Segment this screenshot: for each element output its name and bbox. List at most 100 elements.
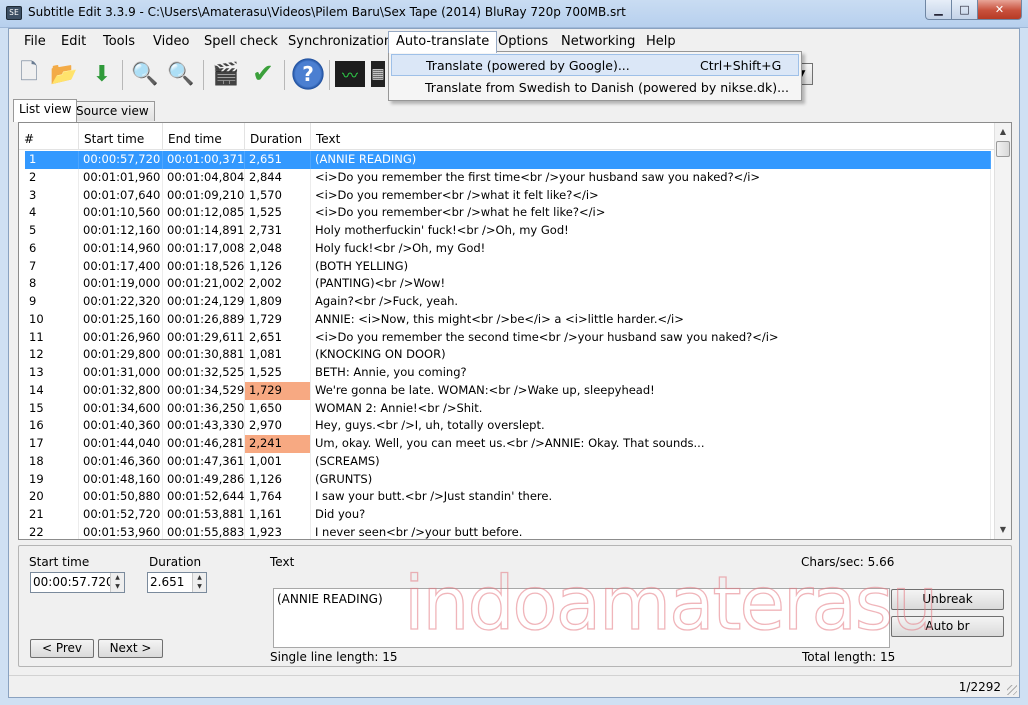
menu-video[interactable]: Video xyxy=(146,32,196,51)
menu-synchronization[interactable]: Synchronization xyxy=(281,32,399,51)
tab-list-view[interactable]: List view xyxy=(13,99,78,122)
menu-edit[interactable]: Edit xyxy=(54,32,93,51)
cell-number: 19 xyxy=(25,470,79,489)
scroll-down-icon[interactable]: ▼ xyxy=(995,521,1011,538)
cell-start-time: 00:01:12,160 xyxy=(79,222,163,240)
spin-down-icon[interactable]: ▼ xyxy=(111,582,124,591)
table-row[interactable]: 6 00:01:14,960 00:01:17,008 2,048 Holy fuck!… xyxy=(25,239,991,258)
menu-options[interactable]: Options xyxy=(491,32,555,51)
new-file-icon[interactable]: 🗋 xyxy=(13,58,45,90)
close-button[interactable]: ✕ xyxy=(978,0,1022,20)
column-header-number[interactable]: # xyxy=(19,123,79,150)
tab-source-view[interactable]: Source view xyxy=(70,101,155,121)
cell-duration: 2,970 xyxy=(245,417,311,435)
menu-help[interactable]: Help xyxy=(639,32,683,51)
subtitle-grid[interactable]: # Start time End time Duration Text 1 00:… xyxy=(18,122,1012,540)
table-row[interactable]: 13 00:01:31,000 00:01:32,525 1,525 BETH: Ann… xyxy=(25,364,991,382)
cell-duration: 1,525 xyxy=(245,364,311,382)
scroll-up-icon[interactable]: ▲ xyxy=(995,123,1011,140)
cell-text: (GRUNTS) xyxy=(311,470,991,489)
minimize-button[interactable]: ▁ xyxy=(925,0,952,20)
column-header-start-time[interactable]: Start time xyxy=(79,123,163,150)
table-row[interactable]: 2 00:01:01,960 00:01:04,804 2,844 <i>Do you … xyxy=(25,168,991,187)
unbreak-button[interactable]: Unbreak xyxy=(891,589,1004,610)
cell-number: 5 xyxy=(25,222,79,240)
replace-icon[interactable]: 🔍 xyxy=(165,58,197,90)
grid-scrollbar[interactable]: ▲ ▼ xyxy=(994,123,1011,539)
cell-start-time: 00:01:46,360 xyxy=(79,452,163,471)
table-row[interactable]: 3 00:01:07,640 00:01:09,210 1,570 <i>Do you … xyxy=(25,186,991,205)
table-row[interactable]: 22 00:01:53,960 00:01:55,883 1,923 I never s… xyxy=(25,523,991,539)
spin-down-icon[interactable]: ▼ xyxy=(193,582,206,591)
spin-up-icon[interactable]: ▲ xyxy=(111,573,124,582)
table-row[interactable]: 21 00:01:52,720 00:01:53,881 1,161 Did you? xyxy=(25,506,991,524)
table-row[interactable]: 20 00:01:50,880 00:01:52,644 1,764 I saw you… xyxy=(25,488,991,506)
column-header-text[interactable]: Text xyxy=(311,123,995,150)
prev-button[interactable]: < Prev xyxy=(30,639,94,658)
table-row[interactable]: 1 00:00:57,720 00:01:00,371 2,651 (ANNIE REA… xyxy=(25,151,991,169)
menu-tools[interactable]: Tools xyxy=(96,32,142,51)
table-row[interactable]: 4 00:01:10,560 00:01:12,085 1,525 <i>Do you … xyxy=(25,204,991,222)
download-icon[interactable]: ⬇ xyxy=(86,58,118,90)
open-folder-icon[interactable]: 📂 xyxy=(48,58,80,90)
translate-swedish-danish-menu-item[interactable]: Translate from Swedish to Danish (powere… xyxy=(391,77,799,99)
subtitle-text-input[interactable]: (ANNIE READING) xyxy=(273,588,890,648)
cell-text: (BOTH YELLING) xyxy=(311,257,991,276)
cell-end-time: 00:01:14,891 xyxy=(163,222,245,240)
spell-check-icon[interactable]: ✔ xyxy=(247,58,279,90)
duration-input[interactable]: 2.651 ▲ ▼ xyxy=(147,572,207,593)
table-row[interactable]: 14 00:01:32,800 00:01:34,529 1,729 We're gon… xyxy=(25,381,991,400)
cell-text: Holy fuck!<br />Oh, my God! xyxy=(311,239,991,258)
next-button[interactable]: Next > xyxy=(98,639,163,658)
column-header-end-time[interactable]: End time xyxy=(163,123,245,150)
menu-file[interactable]: File xyxy=(17,32,53,51)
cell-duration: 2,002 xyxy=(245,275,311,293)
table-row[interactable]: 18 00:01:46,360 00:01:47,361 1,001 (SCREAMS) xyxy=(25,452,991,471)
table-row[interactable]: 5 00:01:12,160 00:01:14,891 2,731 Holy mothe… xyxy=(25,222,991,240)
cell-number: 16 xyxy=(25,417,79,435)
cell-duration: 1,809 xyxy=(245,293,311,311)
toolbar-separator xyxy=(284,60,285,90)
table-row[interactable]: 7 00:01:17,400 00:01:18,526 1,126 (BOTH YELL… xyxy=(25,257,991,276)
cell-number: 14 xyxy=(25,381,79,400)
auto-br-button[interactable]: Auto br xyxy=(891,616,1004,637)
grid-header: # Start time End time Duration Text xyxy=(19,123,995,150)
cell-text: ANNIE: <i>Now, this might<br />be</i> a … xyxy=(311,310,991,329)
table-row[interactable]: 17 00:01:44,040 00:01:46,281 2,241 Um, okay.… xyxy=(25,435,991,453)
table-row[interactable]: 8 00:01:19,000 00:01:21,002 2,002 (PANTING)<… xyxy=(25,275,991,293)
cell-end-time: 00:01:00,371 xyxy=(163,151,245,169)
menu-networking[interactable]: Networking xyxy=(554,32,642,51)
cell-duration: 2,844 xyxy=(245,168,311,187)
spin-up-icon[interactable]: ▲ xyxy=(193,573,206,582)
resize-grip[interactable] xyxy=(1007,685,1017,695)
table-row[interactable]: 12 00:01:29,800 00:01:30,881 1,081 (KNOCKING… xyxy=(25,346,991,364)
cell-start-time: 00:01:34,600 xyxy=(79,399,163,418)
table-row[interactable]: 9 00:01:22,320 00:01:24,129 1,809 Again?<br … xyxy=(25,293,991,311)
table-row[interactable]: 15 00:01:34,600 00:01:36,250 1,650 WOMAN 2: … xyxy=(25,399,991,418)
cell-duration: 1,126 xyxy=(245,257,311,276)
cell-duration: 1,923 xyxy=(245,523,311,539)
table-row[interactable]: 10 00:01:25,160 00:01:26,889 1,729 ANNIE: <i… xyxy=(25,310,991,329)
maximize-button[interactable]: □ xyxy=(952,0,978,20)
column-header-duration[interactable]: Duration xyxy=(245,123,311,150)
table-row[interactable]: 19 00:01:48,160 00:01:49,286 1,126 (GRUNTS) xyxy=(25,470,991,489)
scroll-thumb[interactable] xyxy=(996,141,1010,157)
table-row[interactable]: 11 00:01:26,960 00:01:29,611 2,651 <i>Do you… xyxy=(25,328,991,347)
waveform-icon[interactable]: 〰 xyxy=(335,61,365,87)
start-time-input[interactable]: 00:00:57.720 ▲ ▼ xyxy=(30,572,125,593)
cell-end-time: 00:01:46,281 xyxy=(163,435,245,453)
cell-duration: 1,525 xyxy=(245,204,311,222)
cell-start-time: 00:01:25,160 xyxy=(79,310,163,329)
table-row[interactable]: 16 00:01:40,360 00:01:43,330 2,970 Hey, guys… xyxy=(25,417,991,435)
find-icon[interactable]: 🔍 xyxy=(129,58,161,90)
video-icon[interactable]: ▦ xyxy=(371,61,385,87)
translate-google-menu-item[interactable]: Translate (powered by Google)... Ctrl+Sh… xyxy=(391,54,799,76)
menu-auto-translate[interactable]: Auto-translate xyxy=(388,31,498,53)
cell-number: 10 xyxy=(25,310,79,329)
cell-duration: 1,126 xyxy=(245,470,311,489)
help-icon[interactable]: ? xyxy=(292,58,324,90)
cell-text: Holy motherfuckin' fuck!<br />Oh, my God… xyxy=(311,222,991,240)
cell-number: 7 xyxy=(25,257,79,276)
menu-spell-check[interactable]: Spell check xyxy=(197,32,285,51)
visual-sync-icon[interactable]: 🎬 xyxy=(210,58,242,90)
